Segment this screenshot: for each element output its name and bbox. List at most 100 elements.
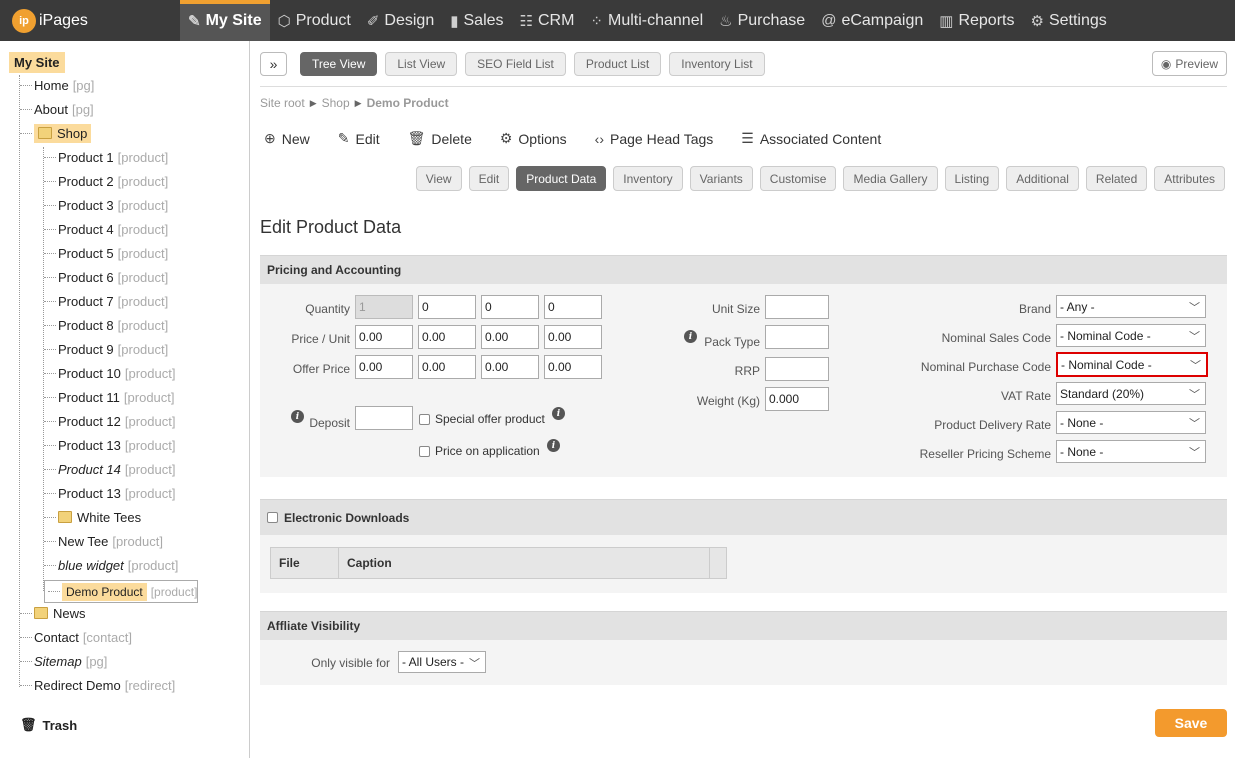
tree-item[interactable]: News — [20, 604, 86, 622]
tree-item[interactable]: White Tees — [44, 508, 141, 526]
tree-item[interactable]: Product 9 [product] — [44, 340, 168, 358]
visible-for-select[interactable]: - All Users - ﹀ — [398, 651, 486, 673]
offer-input-2[interactable]: 0.00 — [418, 355, 476, 379]
offer-input-1[interactable]: 0.00 — [355, 355, 413, 379]
tree-item[interactable]: Redirect Demo [redirect] — [20, 676, 175, 694]
tree-item[interactable]: New Tee [product] — [44, 532, 163, 550]
save-button[interactable]: Save — [1155, 709, 1227, 737]
action-page-head-tags[interactable]: ‹› Page Head Tags — [595, 130, 714, 147]
nav-design[interactable]: ✐ Design — [359, 0, 442, 41]
tree-item[interactable]: Product 6 [product] — [44, 268, 168, 286]
tree-item[interactable]: Product 4 [product] — [44, 220, 168, 238]
tree-item[interactable]: blue widget [product] — [44, 556, 178, 574]
action-options[interactable]: ⚙ Options — [500, 130, 567, 147]
column-header-file: File — [271, 548, 339, 578]
nav-sales[interactable]: ▮ Sales — [442, 0, 511, 41]
nav-settings[interactable]: ⚙ Settings — [1022, 0, 1114, 41]
tree-item[interactable]: Product 5 [product] — [44, 244, 168, 262]
rrp-input[interactable] — [765, 357, 829, 381]
tree-item[interactable]: Product 7 [product] — [44, 292, 168, 310]
action-edit[interactable]: ✎ Edit — [338, 130, 380, 147]
tab-edit[interactable]: Edit — [468, 166, 510, 191]
tree-item[interactable]: Contact [contact] — [20, 628, 132, 646]
quantity-input-4[interactable]: 0 — [544, 295, 602, 319]
delivery-rate-select[interactable]: - None - ﹀ — [1056, 411, 1206, 434]
tree-item[interactable]: Product 3 [product] — [44, 196, 168, 214]
tree-item[interactable]: Product 2 [product] — [44, 172, 168, 190]
tab-product-data[interactable]: Product Data — [516, 166, 607, 191]
tab-variants[interactable]: Variants — [689, 166, 753, 191]
logo[interactable]: ip iPages — [12, 9, 88, 33]
tab-view[interactable]: View — [415, 166, 462, 191]
brand-select[interactable]: - Any - ﹀ — [1056, 295, 1206, 318]
tab-inventory[interactable]: Inventory — [613, 166, 683, 191]
expand-button[interactable]: » — [260, 52, 287, 76]
special-offer-checkbox[interactable] — [419, 414, 430, 425]
tree-item[interactable]: Product 8 [product] — [44, 316, 168, 334]
tab-customise[interactable]: Customise — [759, 166, 837, 191]
preview-button[interactable]: ◉ Preview — [1152, 51, 1227, 76]
tab-related[interactable]: Related — [1085, 166, 1148, 191]
tree-root[interactable]: My Site — [9, 52, 65, 73]
view-tab-product-list[interactable]: Product List — [573, 52, 662, 76]
price-input-3[interactable]: 0.00 — [481, 325, 539, 349]
breadcrumb-shop[interactable]: Shop — [322, 96, 350, 110]
tab-additional[interactable]: Additional — [1006, 166, 1079, 191]
nav-reports[interactable]: ▥ Reports — [931, 0, 1022, 41]
offer-input-4[interactable]: 0.00 — [544, 355, 602, 379]
tree-connector — [44, 276, 56, 278]
price-input-2[interactable]: 0.00 — [418, 325, 476, 349]
nominal-purchase-select[interactable]: - Nominal Code - ﹀ — [1056, 352, 1208, 377]
tree-connector — [44, 492, 56, 494]
tree-item[interactable]: Shop — [20, 123, 92, 143]
info-icon[interactable]: i — [547, 439, 560, 452]
reseller-pricing-select[interactable]: - None - ﹀ — [1056, 440, 1206, 463]
tree-item[interactable]: Product 13 [product] — [44, 436, 175, 454]
offer-input-3[interactable]: 0.00 — [481, 355, 539, 379]
contacts-icon: ☷ — [519, 12, 533, 30]
tree-item[interactable]: Product 1 [product] — [44, 148, 168, 166]
price-input-1[interactable]: 0.00 — [355, 325, 413, 349]
nominal-sales-select[interactable]: - Nominal Code - ﹀ — [1056, 324, 1206, 347]
tree-item[interactable]: Product 13 [product] — [44, 484, 175, 502]
breadcrumb-site-root[interactable]: Site root — [260, 96, 305, 110]
view-tab-seo-field-list[interactable]: SEO Field List — [465, 52, 566, 76]
nav-purchase[interactable]: ♨ Purchase — [711, 0, 813, 41]
view-tab-tree-view[interactable]: Tree View — [300, 52, 378, 76]
downloads-checkbox[interactable] — [267, 512, 278, 523]
tree-item[interactable]: Sitemap [pg] — [20, 652, 107, 670]
action-associated-content[interactable]: ☰ Associated Content — [741, 130, 881, 147]
nav-multi-channel[interactable]: ⁘ Multi-channel — [582, 0, 711, 41]
tab-attributes[interactable]: Attributes — [1154, 166, 1225, 191]
quantity-input-2[interactable]: 0 — [418, 295, 476, 319]
view-tab-inventory-list[interactable]: Inventory List — [669, 52, 765, 76]
tree-item[interactable]: Product 11 [product] — [44, 388, 175, 406]
tree-item[interactable]: About [pg] — [20, 100, 94, 118]
pack-type-input[interactable] — [765, 325, 829, 349]
view-tab-list-view[interactable]: List View — [385, 52, 458, 76]
tab-media-gallery[interactable]: Media Gallery — [843, 166, 938, 191]
tree-item-type: [pg] — [72, 77, 95, 93]
price-on-application-checkbox[interactable] — [419, 446, 430, 457]
nav-product[interactable]: ⬡ Product — [270, 0, 359, 41]
deposit-input[interactable] — [355, 406, 413, 430]
action-delete[interactable]: 🗑 Delete — [408, 130, 472, 147]
action-new[interactable]: ⊕ New — [264, 130, 310, 147]
info-icon[interactable]: i — [552, 407, 565, 420]
quantity-input-3[interactable]: 0 — [481, 295, 539, 319]
nav-crm[interactable]: ☷ CRM — [512, 0, 583, 41]
price-input-4[interactable]: 0.00 — [544, 325, 602, 349]
sales-icon: ▮ — [450, 12, 459, 30]
trash-item[interactable]: 🗑 Trash — [20, 717, 77, 733]
tree-item[interactable]: Home [pg] — [20, 76, 94, 94]
tree-item[interactable]: Product 12 [product] — [44, 412, 175, 430]
nav-ecampaign[interactable]: @ eCampaign — [813, 0, 931, 41]
tab-listing[interactable]: Listing — [944, 166, 1000, 191]
nav-my-site[interactable]: ✎ My Site — [180, 0, 270, 41]
unit-size-input[interactable] — [765, 295, 829, 319]
tree-item[interactable]: Product 10 [product] — [44, 364, 175, 382]
tree-item[interactable]: Product 14 [product] — [44, 460, 175, 478]
weight-input[interactable]: 0.000 — [765, 387, 829, 411]
vat-rate-select[interactable]: Standard (20%) ﹀ — [1056, 382, 1206, 405]
tree-item[interactable]: Demo Product [product] — [44, 580, 199, 603]
